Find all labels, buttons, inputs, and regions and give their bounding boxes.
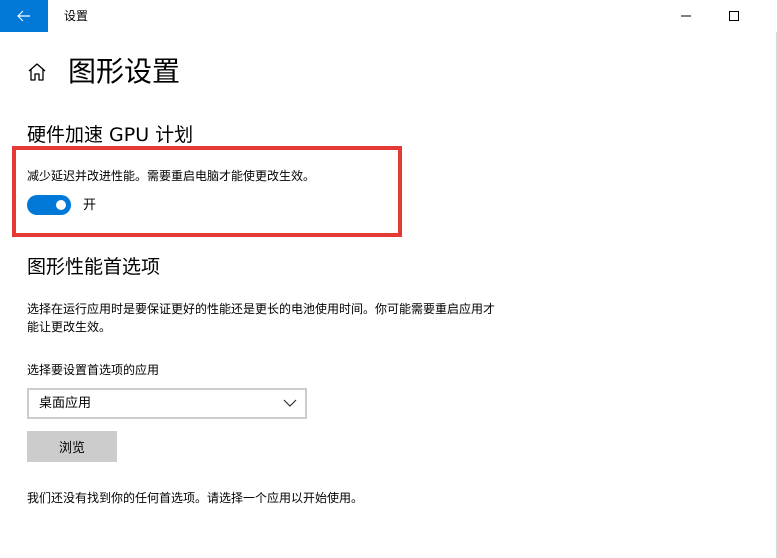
app-type-select[interactable]: 桌面应用 — [27, 388, 307, 419]
back-button[interactable] — [0, 0, 48, 32]
graphics-preference-description: 选择在运行应用时是要保证更好的性能还是更长的电池使用时间。你可能需要重启应用才能… — [27, 302, 496, 334]
gpu-scheduling-toggle[interactable] — [27, 195, 71, 215]
maximize-icon — [729, 11, 739, 21]
gpu-scheduling-description: 减少延迟并改进性能。需要重启电脑才能使更改生效。 — [27, 169, 316, 183]
back-arrow-icon — [17, 10, 30, 22]
minimize-button[interactable] — [663, 0, 709, 32]
graphics-preference-heading: 图形性能首选项 — [27, 256, 161, 278]
title-bar: 设置 — [0, 0, 777, 32]
toggle-state-label: 开 — [83, 198, 97, 213]
window-title: 设置 — [64, 9, 89, 23]
app-select-label: 选择要设置首选项的应用 — [27, 363, 160, 377]
browse-button[interactable]: 浏览 — [27, 431, 117, 462]
chevron-down-icon — [283, 399, 297, 407]
app-type-select-value: 桌面应用 — [39, 396, 92, 411]
highlight-box — [12, 146, 402, 237]
empty-preferences-message: 我们还没有找到你的任何首选项。请选择一个应用以开始使用。 — [27, 491, 364, 505]
minimize-icon — [681, 15, 691, 17]
maximize-button[interactable] — [711, 0, 757, 32]
close-button[interactable] — [759, 0, 777, 32]
page-title: 图形设置 — [68, 55, 181, 88]
gpu-scheduling-heading: 硬件加速 GPU 计划 — [27, 124, 194, 146]
home-icon[interactable] — [26, 61, 48, 83]
toggle-knob — [56, 200, 66, 210]
